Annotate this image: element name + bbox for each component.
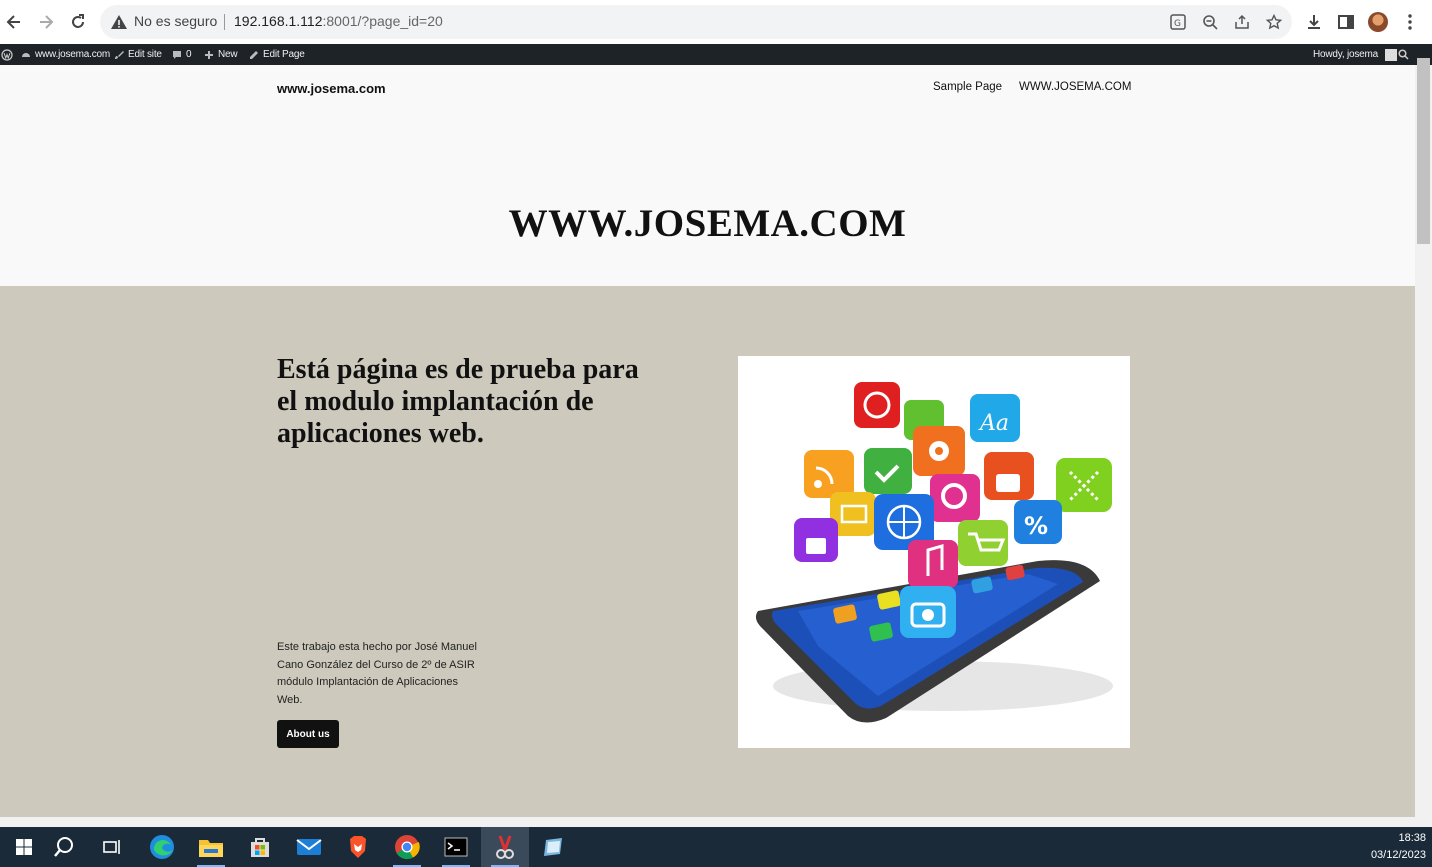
page-title: WWW.JOSEMA.COM [508,202,907,245]
translate-icon[interactable]: G [1168,12,1188,32]
admin-bar-edit-page[interactable]: Edit Page [249,44,305,65]
profile-avatar[interactable] [1366,10,1390,34]
about-us-button[interactable]: About us [277,720,339,748]
tablet-apps-image: Aa % [738,356,1130,748]
nav-link-home[interactable]: WWW.JOSEMA.COM [1019,81,1131,93]
virtualbox-icon[interactable] [530,827,578,867]
warning-icon[interactable] [110,13,128,31]
mail-icon[interactable] [285,827,333,867]
taskbar: 18:38 03/12/2023 [0,827,1432,867]
comment-icon [173,50,181,59]
taskbar-clock[interactable]: 18:38 03/12/2023 [1371,830,1426,864]
snipping-tool-icon[interactable] [481,827,529,867]
admin-bar-site-label: www.josema.com [35,49,110,60]
menu-kebab-icon[interactable] [1398,10,1422,34]
terminal-icon[interactable] [432,827,480,867]
back-icon[interactable] [2,10,26,34]
comments-count: 0 [186,49,192,60]
edge-browser-icon[interactable] [138,827,186,867]
howdy-label: Howdy, josema [1313,49,1379,60]
download-icon[interactable] [1302,10,1326,34]
admin-bar-edit-site-label: Edit site [128,49,162,60]
security-label[interactable]: No es seguro [134,13,217,29]
admin-bar-site[interactable]: www.josema.com [21,44,110,65]
browser-toolbar: No es seguro 192.168.1.112:8001/?page_id… [0,0,1432,44]
url-text[interactable]: 192.168.1.112:8001/?page_id=20 [234,13,443,29]
pencil-icon [250,50,258,59]
share-icon[interactable] [1232,12,1252,32]
svg-text:G: G [1174,19,1181,29]
side-panel-icon[interactable] [1334,10,1358,34]
plus-icon [205,50,213,59]
admin-bar-comments[interactable]: 0 [172,44,192,65]
dashboard-icon [22,52,30,57]
admin-bar-new[interactable]: New [204,44,238,65]
microsoft-store-icon[interactable] [236,827,284,867]
nav-link-sample-page[interactable]: Sample Page [933,81,1002,93]
address-bar[interactable]: No es seguro 192.168.1.112:8001/?page_id… [100,5,1292,39]
forward-icon[interactable] [34,10,58,34]
content-paragraph: Este trabajo esta hecho por José Manuel … [277,641,477,706]
content-heading: Está página es de prueba para el modulo … [277,354,639,449]
svg-text:Aa: Aa [978,411,1009,436]
svg-text:%: % [1024,512,1048,540]
wordpress-logo-icon[interactable] [1,44,13,65]
scrollbar-thumb[interactable] [1417,58,1430,244]
url-host: 192.168.1.112 [234,13,323,29]
admin-bar-new-label: New [218,49,238,60]
admin-bar-account[interactable]: Howdy, josema [1313,44,1398,65]
chrome-browser-icon[interactable] [383,827,431,867]
site-title-link[interactable]: www.josema.com [277,81,386,96]
zoom-icon[interactable] [1200,12,1220,32]
admin-bar-edit-page-label: Edit Page [263,49,305,60]
admin-bar-search-icon[interactable] [1398,44,1409,65]
clock-date: 03/12/2023 [1370,849,1426,861]
page-bottom-strip [0,817,1432,827]
taskbar-search-icon[interactable] [40,827,88,867]
omnibox-divider [224,14,225,30]
brave-browser-icon[interactable] [334,827,382,867]
content-band: Está página es de prueba para el modulo … [0,286,1415,817]
wp-admin-bar: www.josema.com Edit site 0 New Edit Page… [0,44,1432,65]
avatar [1368,12,1388,32]
task-view-icon[interactable] [88,827,136,867]
reload-icon[interactable] [66,10,90,34]
clock-time: 18:38 [1398,832,1426,844]
windows-logo-icon [16,839,32,855]
user-avatar-icon [1385,48,1398,61]
file-explorer-icon[interactable] [187,827,235,867]
url-path: :8001/?page_id=20 [322,13,443,29]
page-viewport: www.josema.com Sample Page WWW.JOSEMA.CO… [0,65,1415,817]
admin-bar-edit-site[interactable]: Edit site [114,44,162,65]
brush-icon [115,50,124,59]
bookmark-star-icon[interactable] [1264,12,1284,32]
